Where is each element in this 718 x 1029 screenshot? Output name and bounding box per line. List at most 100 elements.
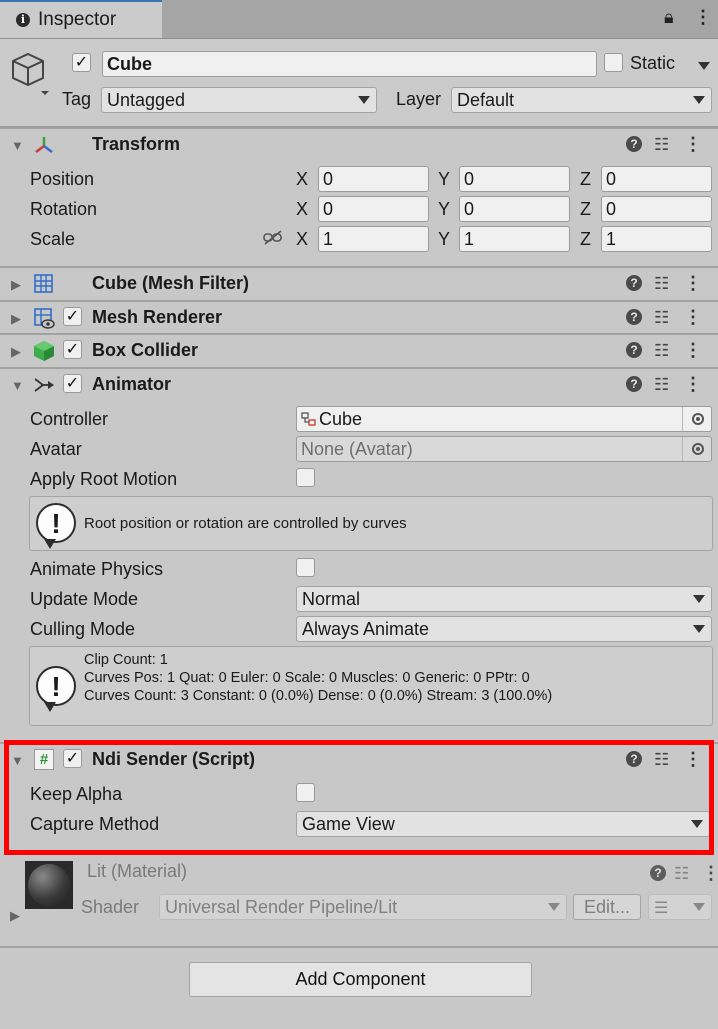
- help-icon[interactable]: ?: [626, 136, 642, 152]
- preset-icon[interactable]: ☷: [654, 375, 669, 395]
- culling-mode-value: Always Animate: [302, 619, 430, 639]
- scale-y-input[interactable]: 1: [459, 226, 570, 252]
- foldout-arrow-expanded-icon[interactable]: ▼: [11, 138, 24, 153]
- avatar-field[interactable]: None (Avatar): [296, 436, 712, 462]
- mesh-renderer-header[interactable]: ▶ ✓ Mesh Renderer ? ☷ ⋮: [0, 300, 718, 333]
- rotation-y-input[interactable]: 0: [459, 196, 570, 222]
- constrain-proportions-icon[interactable]: [262, 229, 284, 247]
- component-header-icons: ? ☷ ⋮: [626, 273, 706, 294]
- foldout-arrow-collapsed-icon[interactable]: ▶: [11, 311, 21, 327]
- update-mode-label: Update Mode: [30, 589, 139, 609]
- axis-y-label: Y: [438, 169, 451, 189]
- scale-x-input[interactable]: 1: [318, 226, 429, 252]
- divider: [0, 946, 718, 948]
- chevron-down-icon: [693, 625, 705, 633]
- rotation-z-input[interactable]: 0: [601, 196, 712, 222]
- scale-z-input[interactable]: 1: [601, 226, 712, 252]
- chevron-down-icon: [548, 903, 560, 911]
- chevron-down-icon: [358, 96, 370, 104]
- tag-value: Untagged: [107, 90, 186, 110]
- box-collider-enabled-checkbox[interactable]: ✓: [63, 340, 82, 359]
- rotation-x-input[interactable]: 0: [318, 196, 429, 222]
- animator-title: Animator: [92, 374, 172, 394]
- preset-icon[interactable]: ☷: [654, 341, 669, 361]
- help-icon[interactable]: ?: [626, 342, 642, 358]
- axis-y-label: Y: [438, 199, 451, 219]
- axis-x-label: X: [296, 199, 309, 219]
- cube-object-icon[interactable]: [10, 51, 50, 95]
- shader-options-dropdown[interactable]: ☰: [648, 894, 712, 920]
- help-icon[interactable]: ?: [626, 376, 642, 392]
- active-checkbox[interactable]: ✓: [72, 53, 91, 72]
- help-icon[interactable]: ?: [626, 309, 642, 325]
- material-section: ▶ Lit (Material) ? ☷ ⋮ Shader Universal …: [0, 858, 718, 948]
- kebab-menu-icon[interactable]: ⋮: [684, 374, 702, 395]
- transform-header[interactable]: ▼ Transform ? ☷ ⋮: [0, 127, 718, 160]
- animator-header[interactable]: ▼ ✓ Animator ? ☷ ⋮: [0, 367, 718, 400]
- component-header-icons: ? ☷ ⋮: [626, 374, 706, 395]
- field-separator: [682, 407, 683, 431]
- foldout-arrow-collapsed-icon[interactable]: ▶: [10, 908, 20, 924]
- kebab-menu-icon[interactable]: ⋮: [694, 7, 712, 28]
- position-x-input[interactable]: 0: [318, 166, 429, 192]
- info-icon: i: [16, 13, 30, 27]
- controller-field[interactable]: Cube: [296, 406, 712, 432]
- add-component-button[interactable]: Add Component: [189, 962, 532, 997]
- preset-icon[interactable]: ☷: [674, 864, 689, 884]
- layer-label: Layer: [396, 89, 442, 109]
- static-checkbox[interactable]: [604, 53, 623, 72]
- component-header-icons: ? ☷ ⋮: [626, 307, 706, 328]
- tag-label: Tag: [62, 89, 92, 109]
- material-name: Lit (Material): [87, 861, 188, 881]
- static-dropdown-arrow-icon[interactable]: [698, 62, 710, 70]
- apply-root-motion-checkbox[interactable]: [296, 468, 315, 487]
- mesh-renderer-icon: [34, 308, 55, 329]
- mesh-renderer-enabled-checkbox[interactable]: ✓: [63, 307, 82, 326]
- tab-inspector[interactable]: i Inspector: [0, 0, 162, 38]
- kebab-menu-icon[interactable]: ⋮: [684, 340, 702, 361]
- list-icon: ☰: [654, 900, 669, 917]
- position-y-input[interactable]: 0: [459, 166, 570, 192]
- position-z-input[interactable]: 0: [601, 166, 712, 192]
- kebab-menu-icon[interactable]: ⋮: [684, 273, 702, 294]
- tag-dropdown[interactable]: Untagged: [101, 87, 377, 113]
- kebab-menu-icon[interactable]: ⋮: [702, 863, 718, 884]
- lock-icon[interactable]: 🔒︎: [664, 7, 674, 28]
- animate-physics-checkbox[interactable]: [296, 558, 315, 577]
- material-preview: [25, 861, 73, 909]
- update-mode-dropdown[interactable]: Normal: [296, 586, 712, 612]
- help-icon[interactable]: ?: [626, 275, 642, 291]
- tab-bar: i Inspector 🔒︎ ⋮: [0, 0, 718, 39]
- box-collider-header[interactable]: ▶ ✓ Box Collider ? ☷ ⋮: [0, 333, 718, 366]
- foldout-arrow-expanded-icon[interactable]: ▼: [11, 378, 24, 393]
- help-icon[interactable]: ?: [650, 865, 666, 881]
- curves-pos-text: Curves Pos: 1 Quat: 0 Euler: 0 Scale: 0 …: [84, 670, 530, 686]
- mesh-filter-header[interactable]: ▶ Cube (Mesh Filter) ? ☷ ⋮: [0, 266, 718, 299]
- foldout-arrow-collapsed-icon[interactable]: ▶: [11, 344, 21, 360]
- object-header: ✓ Cube Static Tag Untagged Layer Default: [0, 39, 718, 128]
- shader-label: Shader: [81, 897, 140, 917]
- layer-dropdown[interactable]: Default: [451, 87, 712, 113]
- kebab-menu-icon[interactable]: ⋮: [684, 307, 702, 328]
- animate-physics-label: Animate Physics: [30, 559, 164, 579]
- axis-x-label: X: [296, 169, 309, 189]
- controller-label: Controller: [30, 409, 109, 429]
- object-picker-icon[interactable]: [692, 413, 704, 425]
- shader-edit-button[interactable]: Edit...: [573, 894, 641, 920]
- preset-icon[interactable]: ☷: [654, 135, 669, 155]
- field-separator: [682, 437, 683, 461]
- preset-icon[interactable]: ☷: [654, 274, 669, 294]
- animator-enabled-checkbox[interactable]: ✓: [63, 374, 82, 393]
- kebab-menu-icon[interactable]: ⋮: [684, 134, 702, 155]
- preset-icon[interactable]: ☷: [654, 308, 669, 328]
- chevron-down-icon: [693, 595, 705, 603]
- culling-mode-dropdown[interactable]: Always Animate: [296, 616, 712, 642]
- foldout-arrow-collapsed-icon[interactable]: ▶: [11, 277, 21, 293]
- mesh-filter-title: Cube (Mesh Filter): [92, 273, 250, 293]
- root-motion-help-box: ! Root position or rotation are controll…: [29, 496, 713, 551]
- shader-dropdown[interactable]: Universal Render Pipeline/Lit: [159, 894, 567, 920]
- material-sphere: [28, 864, 70, 906]
- object-picker-icon[interactable]: [692, 443, 704, 455]
- object-name-input[interactable]: Cube: [102, 51, 597, 77]
- transform-icon: [35, 137, 53, 153]
